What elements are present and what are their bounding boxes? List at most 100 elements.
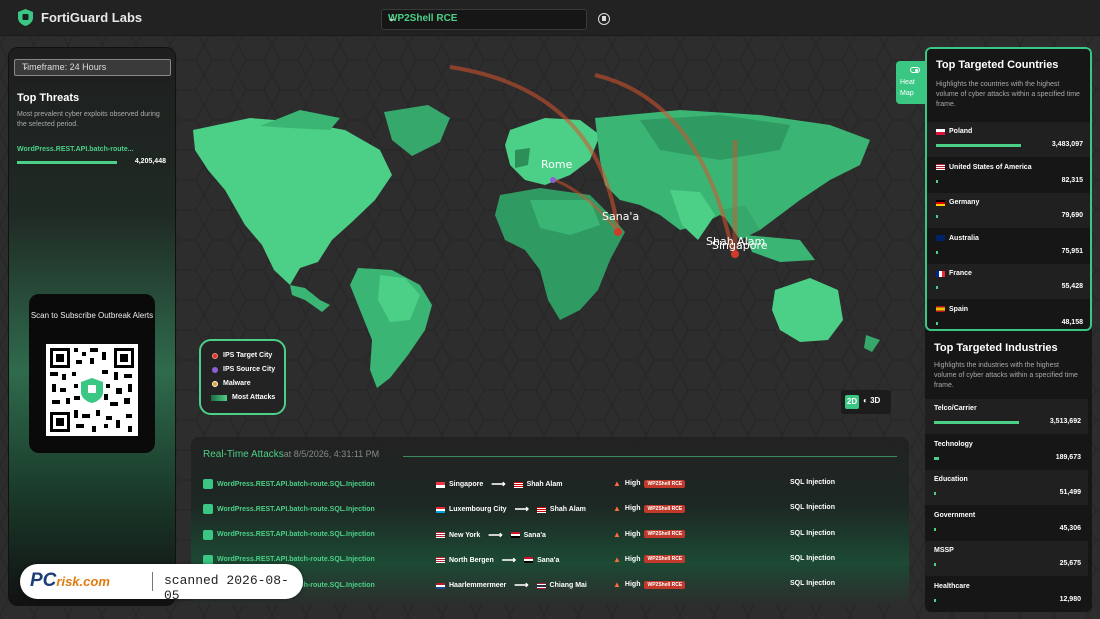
- view-2d-button[interactable]: 2D: [845, 395, 859, 409]
- country-name: Australia: [936, 235, 979, 242]
- attack-threat[interactable]: WordPress.REST.API.batch-route.SQL.Injec…: [203, 479, 375, 489]
- city-label-rome: Rome: [541, 158, 573, 171]
- industry-row[interactable]: Government 45,306: [925, 506, 1088, 541]
- legend-label: Most Attacks: [232, 394, 276, 401]
- attack-row[interactable]: WordPress.REST.API.batch-route.SQL.Injec…: [191, 473, 909, 498]
- industry-row[interactable]: Technology 189,673: [925, 435, 1088, 470]
- country-row[interactable]: Spain 48,158: [927, 300, 1090, 335]
- country-name: France: [936, 270, 972, 277]
- legend-malware: Malware: [212, 380, 251, 387]
- threat-bar: [17, 161, 117, 164]
- flag-icon: [536, 582, 546, 589]
- realtime-title: Real-Time Attacksat 8/5/2026, 4:31:11 PM: [203, 449, 380, 460]
- count-value: 48,158: [1061, 318, 1083, 326]
- count-bar: [936, 179, 939, 183]
- industry-name: Healthcare: [934, 582, 970, 590]
- count-value: 75,951: [1061, 247, 1083, 255]
- industry-row[interactable]: Education 51,499: [925, 470, 1088, 505]
- flag-icon: [513, 481, 523, 488]
- realtime-timestamp: at 8/5/2026, 4:31:11 PM: [283, 449, 380, 459]
- attack-threat[interactable]: WordPress.REST.API.batch-route.SQL.Injec…: [203, 529, 375, 540]
- threat-count: 4,205,448: [134, 158, 166, 165]
- right-panel: Top Targeted Countries Highlights the co…: [925, 47, 1092, 612]
- country-name: Poland: [936, 128, 972, 135]
- count-value: 25,675: [1059, 560, 1081, 567]
- count-bar: [936, 250, 938, 254]
- city-label-singapore: Singapore: [712, 239, 768, 252]
- divider: [403, 456, 897, 457]
- wordpress-icon: [203, 479, 213, 489]
- flag-icon: [936, 164, 945, 170]
- flag-icon: [436, 582, 445, 589]
- country-name: Spain: [936, 306, 968, 313]
- threat-name[interactable]: WordPress.REST.API.batch-route...: [17, 146, 134, 153]
- country-row[interactable]: Poland 3,483,097: [927, 122, 1090, 157]
- arrow-right-icon: ⟶: [491, 479, 506, 490]
- attack-row[interactable]: WordPress.REST.API.batch-route.SQL.Injec…: [191, 524, 909, 549]
- warning-icon: ▲: [613, 529, 621, 539]
- count-bar: [934, 421, 1019, 424]
- industries-title: Top Targeted Industries: [934, 342, 1058, 354]
- threat-selector[interactable]: WP2Shell RCE ⌄: [381, 9, 587, 30]
- industry-row[interactable]: Healthcare 12,980: [925, 577, 1088, 612]
- watermark-text: scanned 2026-08-05: [164, 573, 289, 603]
- source-city-marker: [550, 177, 556, 183]
- target-city-marker: [614, 228, 622, 236]
- legend-most-attacks: Most Attacks: [211, 394, 275, 401]
- flag-icon: [936, 199, 945, 206]
- watermark-divider: [152, 572, 153, 591]
- app-logo[interactable]: FortiGuard Labs: [18, 9, 142, 26]
- industry-row[interactable]: MSSP 25,675: [925, 541, 1088, 576]
- attack-severity: ▲ High WP2Shell RCE: [613, 504, 686, 514]
- flag-icon: [436, 481, 445, 488]
- attack-row[interactable]: WordPress.REST.API.batch-route.SQL.Injec…: [191, 498, 909, 523]
- flag-icon: [536, 506, 546, 513]
- pcrisk-logo: PCrisk.com: [30, 570, 110, 591]
- attack-severity: ▲ High WP2Shell RCE: [613, 580, 686, 590]
- gradient-icon: [211, 394, 227, 401]
- count-value: 55,428: [1061, 283, 1083, 290]
- count-bar: [934, 598, 936, 602]
- attack-type: SQL Injection: [790, 580, 835, 588]
- industry-row[interactable]: Telco/Carrier 3,513,692: [925, 399, 1088, 434]
- warning-icon: ▲: [613, 554, 621, 564]
- flag-icon: [524, 557, 534, 564]
- timeframe-select[interactable]: Timeframe: 24 Hours ⌄: [14, 59, 171, 76]
- warning-icon: ▲: [613, 580, 621, 590]
- legend-source-city: IPS Source City: [212, 366, 275, 373]
- attack-severity: ▲ High WP2Shell RCE: [613, 554, 686, 564]
- country-row[interactable]: France 55,428: [927, 264, 1090, 299]
- legend-label: IPS Target City: [223, 352, 273, 359]
- wordpress-icon: [203, 504, 213, 515]
- count-value: 3,513,692: [1049, 418, 1081, 425]
- flag-icon: [436, 506, 445, 513]
- count-bar: [936, 286, 938, 289]
- legend-label: Malware: [223, 380, 251, 387]
- flag-icon: [936, 235, 945, 241]
- warning-icon: ▲: [613, 479, 621, 488]
- view-3d-button[interactable]: ◐ 3D: [863, 396, 880, 405]
- industry-name: Telco/Carrier: [934, 405, 977, 412]
- flag-icon: [436, 557, 445, 564]
- count-value: 45,306: [1059, 524, 1081, 532]
- industry-name: Technology: [934, 440, 973, 448]
- attack-type: SQL Injection: [790, 504, 835, 512]
- top-bar: FortiGuard Labs WP2Shell RCE ⌄: [0, 0, 1100, 36]
- flag-icon: [936, 128, 945, 135]
- pause-icon[interactable]: [598, 13, 610, 25]
- country-row[interactable]: Germany 79,690: [927, 193, 1090, 228]
- top-threats-description: Most prevalent cyber exploits observed d…: [17, 111, 160, 128]
- attack-route: North Bergen ⟶ Sana'a: [436, 555, 559, 566]
- attack-route: Singapore ⟶ Shah Alam: [436, 479, 563, 490]
- country-row[interactable]: United States of America 82,315: [927, 158, 1090, 193]
- country-row[interactable]: Australia 75,951: [927, 229, 1090, 264]
- countries-description: Highlights the countries with the highes…: [936, 81, 1080, 108]
- attack-threat[interactable]: WordPress.REST.API.batch-route.SQL.Injec…: [203, 504, 375, 515]
- warning-icon: ▲: [613, 504, 621, 514]
- qr-code[interactable]: [46, 344, 138, 436]
- flag-icon: [510, 532, 520, 539]
- count-value: 12,980: [1059, 595, 1081, 603]
- heatmap-toggle[interactable]: Heat Map: [896, 61, 926, 104]
- count-value: 51,499: [1059, 489, 1081, 496]
- count-bar: [936, 215, 938, 218]
